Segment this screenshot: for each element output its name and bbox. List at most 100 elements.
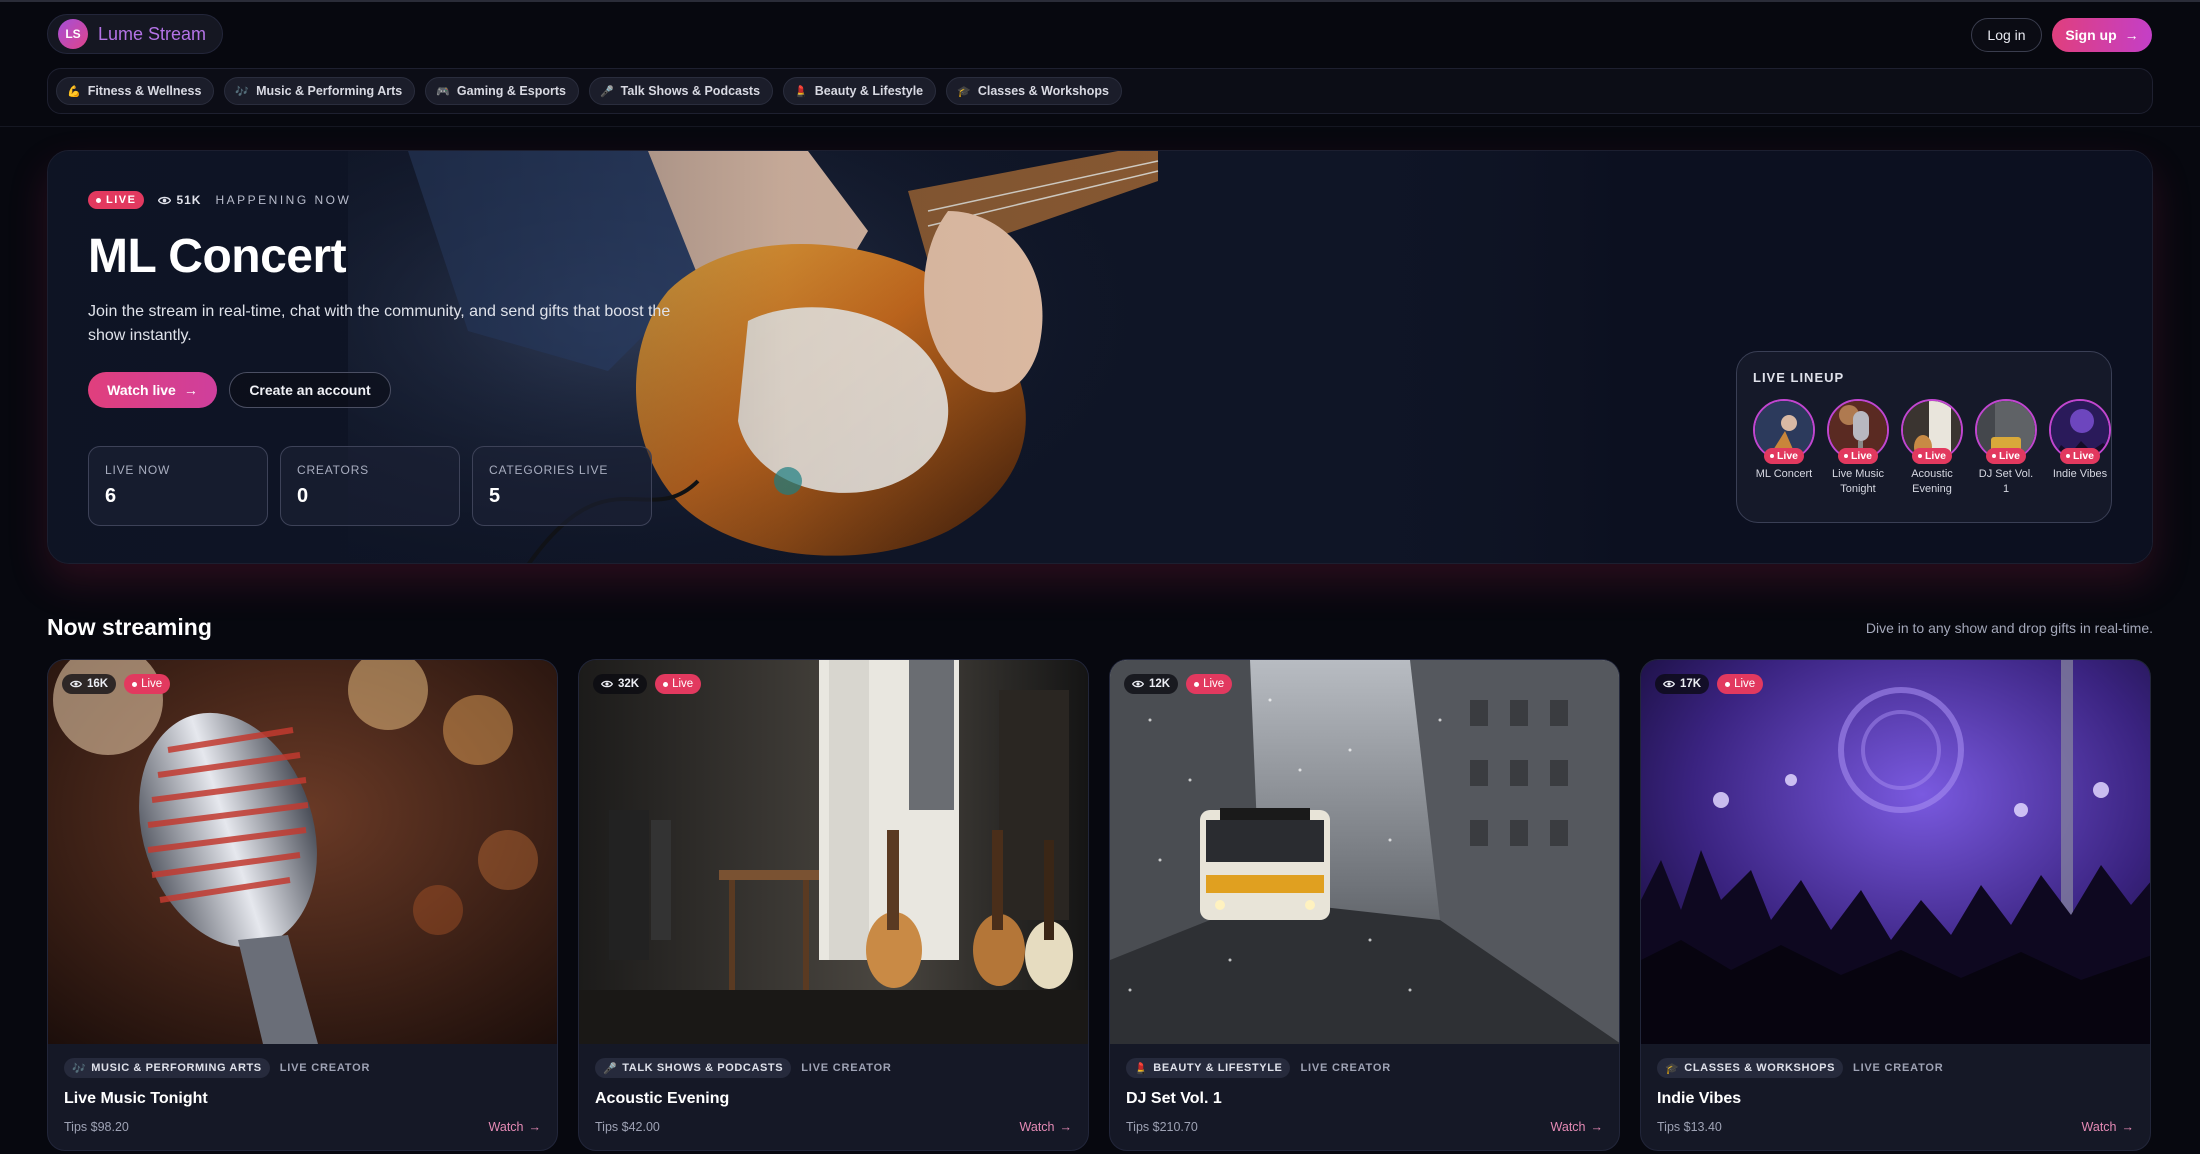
- stream-thumbnail[interactable]: 32K Live: [579, 660, 1088, 1044]
- viewer-count: 16K: [87, 678, 109, 690]
- lineup-avatar-wrap: Live: [2049, 399, 2111, 464]
- lineup-live-badge: Live: [1985, 448, 2027, 464]
- hero-banner: LIVE 51K HAPPENING NOW ML Concert Join t…: [47, 150, 2153, 564]
- viewer-chip: 17K: [1655, 674, 1710, 694]
- tips-amount: Tips $42.00: [595, 1120, 660, 1134]
- card-title: Live Music Tonight: [64, 1090, 208, 1107]
- stream-card[interactable]: 32K Live 🎤 TALK SHOWS & PODCASTS LIVE CRE…: [578, 659, 1089, 1151]
- lineup-live-badge: Live: [2059, 448, 2101, 464]
- hero-content: LIVE 51K HAPPENING NOW ML Concert Join t…: [88, 191, 688, 526]
- brand-name: Lume Stream: [98, 23, 207, 44]
- category-fitness[interactable]: 💪 Fitness & Wellness: [56, 77, 215, 105]
- graduation-cap-icon: 🎓: [1665, 1062, 1680, 1075]
- live-chip: Live: [1717, 674, 1764, 694]
- card-body: 🎤 TALK SHOWS & PODCASTS LIVE CREATOR Acou…: [579, 1044, 1088, 1134]
- muscle-icon: 💪: [67, 85, 81, 98]
- music-icon: 🎶: [72, 1062, 87, 1075]
- category-gaming[interactable]: 🎮 Gaming & Esports: [425, 77, 579, 105]
- arrow-right-icon: →: [2124, 27, 2139, 43]
- card-body: 🎶 MUSIC & PERFORMING ARTS LIVE CREATOR Li…: [48, 1044, 557, 1134]
- viewer-count: 51K: [176, 193, 202, 207]
- arrow-right-icon: →: [1059, 1120, 1073, 1134]
- create-account-button[interactable]: Create an account: [229, 372, 391, 408]
- arrow-right-icon: →: [2121, 1120, 2135, 1134]
- hero-actions: Watch live → Create an account: [88, 372, 688, 408]
- stream-card[interactable]: 17K Live 🎓 CLASSES & WORKSHOPS LIVE CREAT…: [1640, 659, 2151, 1151]
- watch-link[interactable]: Watch →: [1020, 1120, 1072, 1134]
- viewer-count: 32K: [618, 678, 640, 690]
- eye-icon: [1663, 680, 1675, 688]
- tips-amount: Tips $13.40: [1657, 1120, 1722, 1134]
- live-label: LIVE: [106, 194, 137, 206]
- card-footer: Tips $98.20 Watch →: [64, 1120, 541, 1134]
- snowy-street-image: [1110, 660, 1619, 1044]
- lineup-avatar-wrap: Live: [1901, 399, 1963, 464]
- card-badges: 17K Live: [1655, 674, 1764, 694]
- microphone-icon: 🎤: [599, 85, 614, 98]
- category-classes[interactable]: 🎓 Classes & Workshops: [946, 77, 1122, 105]
- viewer-count: 17K: [1680, 678, 1702, 690]
- category-label: Fitness & Wellness: [87, 84, 202, 98]
- watch-live-button[interactable]: Watch live →: [88, 372, 217, 408]
- stream-thumbnail[interactable]: 16K Live: [48, 660, 557, 1044]
- live-dot-icon: [96, 197, 101, 203]
- hero-stats: LIVE NOW 6 CREATORS 0 CATEGORIES LIVE 5: [88, 446, 688, 526]
- category-bar: 💪 Fitness & Wellness 🎶 Music & Performin…: [47, 68, 2153, 114]
- lineup-item[interactable]: Live Acoustic Evening: [1901, 399, 1963, 497]
- happening-now-label: HAPPENING NOW: [215, 193, 352, 207]
- arrow-right-icon: →: [183, 382, 198, 398]
- microphone-image: [48, 660, 557, 1044]
- watch-link[interactable]: Watch →: [1551, 1120, 1603, 1134]
- lineup-avatar-wrap: Live: [1975, 399, 2037, 464]
- brand-home-link[interactable]: LS Lume Stream: [47, 14, 223, 54]
- card-title: DJ Set Vol. 1: [1126, 1090, 1222, 1107]
- card-body: 🎓 CLASSES & WORKSHOPS LIVE CREATOR Indie …: [1641, 1044, 2150, 1134]
- hero-viewers: 51K: [158, 193, 201, 207]
- microphone-icon: 🎤: [603, 1062, 618, 1075]
- card-title: Acoustic Evening: [595, 1090, 730, 1107]
- stream-card[interactable]: 16K Live 🎶 MUSIC & PERFORMING ARTS LIVE C…: [47, 659, 558, 1151]
- hero-meta: LIVE 51K HAPPENING NOW: [88, 191, 688, 209]
- login-button[interactable]: Log in: [1971, 18, 2042, 52]
- stream-card[interactable]: 12K Live 💄 BEAUTY & LIFESTYLE LIVE CREATO…: [1109, 659, 1620, 1151]
- stat-creators: CREATORS 0: [280, 446, 460, 526]
- category-label: Talk Shows & Podcasts: [620, 84, 761, 98]
- lineup-item[interactable]: Live DJ Set Vol. 1: [1975, 399, 2037, 497]
- category-talk-shows[interactable]: 🎤 Talk Shows & Podcasts: [588, 77, 774, 105]
- lineup-label: Acoustic Evening: [1911, 468, 1953, 495]
- category-tag: 🎤 TALK SHOWS & PODCASTS: [595, 1058, 792, 1078]
- category-music[interactable]: 🎶 Music & Performing Arts: [224, 77, 416, 105]
- stream-thumbnail[interactable]: 17K Live: [1641, 660, 2150, 1044]
- viewer-chip: 12K: [1124, 674, 1179, 694]
- viewer-count: 12K: [1149, 678, 1171, 690]
- lineup-item[interactable]: Live Live Music Tonight: [1827, 399, 1889, 497]
- lineup-row: Live ML Concert Live Live Music Tonight: [1753, 399, 2111, 497]
- card-badges: 12K Live: [1124, 674, 1233, 694]
- category-beauty[interactable]: 💄 Beauty & Lifestyle: [783, 77, 937, 105]
- lineup-item[interactable]: Live Indie Vibes: [2049, 399, 2111, 497]
- eye-icon: [1132, 680, 1144, 688]
- stream-thumbnail[interactable]: 12K Live: [1110, 660, 1619, 1044]
- watch-link[interactable]: Watch →: [2082, 1120, 2134, 1134]
- signup-button[interactable]: Sign up →: [2052, 18, 2152, 52]
- card-tags: 🎓 CLASSES & WORKSHOPS LIVE CREATOR: [1657, 1058, 2134, 1078]
- tips-amount: Tips $210.70: [1126, 1120, 1198, 1134]
- lineup-label: Live Music Tonight: [1832, 468, 1884, 495]
- card-badges: 16K Live: [62, 674, 171, 694]
- gamepad-icon: 🎮: [436, 85, 450, 98]
- lineup-item[interactable]: Live ML Concert: [1753, 399, 1815, 497]
- brand-avatar: LS: [58, 19, 88, 49]
- lineup-label: ML Concert: [1755, 468, 1813, 480]
- card-tags: 🎤 TALK SHOWS & PODCASTS LIVE CREATOR: [595, 1058, 1072, 1078]
- lineup-title: LIVE LINEUP: [1753, 370, 1845, 385]
- card-footer: Tips $13.40 Watch →: [1657, 1120, 2134, 1134]
- signup-label: Sign up: [2065, 27, 2117, 43]
- top-border: [0, 0, 2200, 2]
- music-icon: 🎶: [235, 85, 250, 98]
- watch-link[interactable]: Watch →: [489, 1120, 541, 1134]
- hero-description: Join the stream in real-time, chat with …: [88, 303, 671, 344]
- stat-label: CATEGORIES LIVE: [489, 463, 609, 477]
- lipstick-icon: 💄: [1134, 1062, 1149, 1075]
- hero-title: ML Concert: [88, 230, 347, 283]
- category-label: Gaming & Esports: [456, 84, 566, 98]
